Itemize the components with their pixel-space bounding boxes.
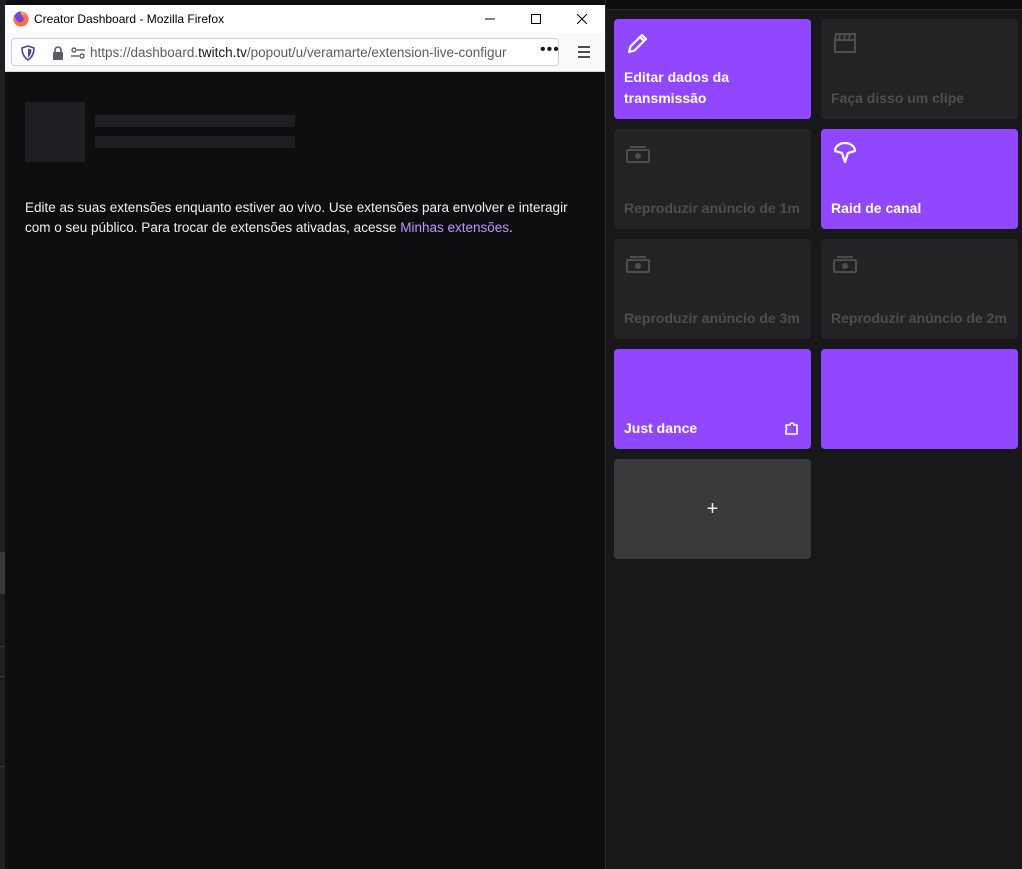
close-button[interactable] [559,5,605,33]
quick-action-label: Reproduzir anúncio de 1m [624,200,800,216]
raid-icon [833,141,857,164]
quick-action-empty[interactable] [821,349,1018,449]
close-icon [577,14,587,24]
minimize-icon [485,18,495,20]
quick-action-create-clip[interactable]: Faça disso um clipe [821,19,1018,119]
pencil-icon [627,33,648,54]
firefox-popout-window: Creator Dashboard - Mozilla Firefox http… [5,5,605,869]
loading-skeleton-avatar [25,102,85,162]
url-bar[interactable]: https://dashboard.twitch.tv/popout/u/ver… [11,38,559,66]
tracking-protection-shield-icon[interactable] [20,45,36,61]
loading-skeleton-line [95,136,295,148]
quick-action-label: Reproduzir anúncio de 3m [624,310,800,326]
loading-skeleton-line [95,115,295,127]
my-extensions-link[interactable]: Minhas extensões [400,220,509,235]
quick-action-just-dance-extension[interactable]: Just dance [614,349,811,449]
add-quick-action-button[interactable]: + [614,459,811,559]
clapperboard-icon [834,33,856,53]
ad-icon [626,146,650,163]
maximize-icon [531,14,541,24]
minimize-button[interactable] [467,5,513,33]
firefox-logo-icon [13,11,29,27]
navigation-toolbar: https://dashboard.twitch.tv/popout/u/ver… [5,33,605,72]
quick-action-label: Editar dados da transmissão [624,69,730,106]
quick-action-label: Just dance [624,420,698,436]
quick-action-raid-channel[interactable]: Raid de canal [821,129,1018,229]
panel-divider [605,0,606,869]
quick-action-edit-stream-info[interactable]: Editar dados da transmissão [614,19,811,119]
plus-icon: + [706,498,719,520]
url-text[interactable]: https://dashboard.twitch.tv/popout/u/ver… [90,45,534,60]
extensions-description: Edite as suas extensões enquanto estiver… [25,200,568,235]
extension-live-configure-page: Edite as suas extensões enquanto estiver… [5,72,605,869]
page-actions-more-icon[interactable]: ••• [540,41,560,59]
ad-icon [833,256,857,273]
window-titlebar[interactable]: Creator Dashboard - Mozilla Firefox [5,5,605,33]
extension-puzzle-icon [785,422,798,435]
quick-action-run-ad-1m[interactable]: Reproduzir anúncio de 1m [614,129,811,229]
quick-action-run-ad-2m[interactable]: Reproduzir anúncio de 2m [821,239,1018,339]
window-title: Creator Dashboard - Mozilla Firefox [34,12,225,26]
site-permissions-icon[interactable] [70,45,86,61]
quick-action-run-ad-3m[interactable]: Reproduzir anúncio de 3m [614,239,811,339]
maximize-button[interactable] [513,5,559,33]
ad-icon [626,256,650,273]
quick-action-label: Raid de canal [831,200,922,216]
quick-action-label: Reproduzir anúncio de 2m [831,310,1007,326]
hamburger-menu-icon[interactable] [577,45,591,59]
quick-action-label: Faça disso um clipe [831,90,965,106]
lock-icon[interactable] [50,45,66,61]
